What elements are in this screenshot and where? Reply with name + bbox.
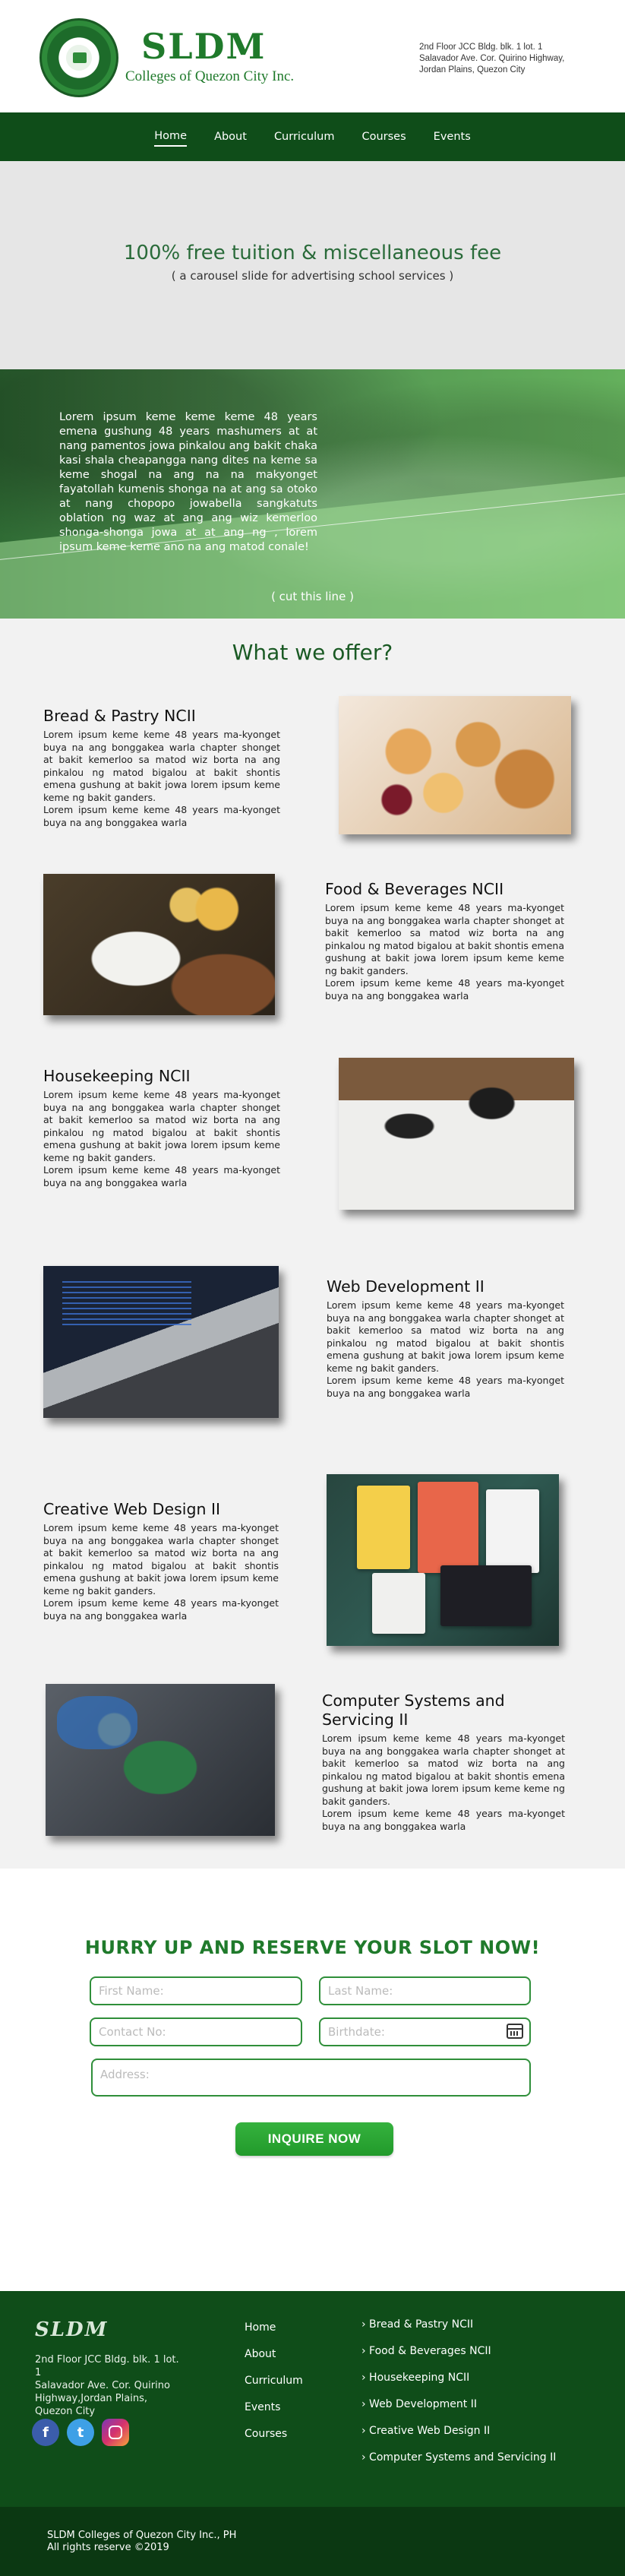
course-creative-web-design: Creative Web Design II Lorem ipsum keme … — [43, 1500, 279, 1622]
carousel-title: 100% free tuition & miscellaneous fee — [123, 242, 502, 264]
course-web-development: Web Development II Lorem ipsum keme keme… — [327, 1277, 564, 1400]
course-description: Lorem ipsum keme keme 48 years ma-kyonge… — [43, 729, 280, 828]
site-header: SLDM Colleges of Quezon City Inc. 2nd Fl… — [0, 0, 625, 112]
course-title[interactable]: Food & Beverages NCII — [325, 880, 564, 899]
twitter-icon[interactable]: t — [67, 2419, 94, 2446]
footer-link-curriculum[interactable]: Curriculum — [245, 2375, 303, 2401]
footer-nav: Home About Curriculum Events Courses — [245, 2321, 303, 2454]
web-development-image — [43, 1266, 279, 1418]
nav-events[interactable]: Events — [434, 128, 471, 146]
footer-course-link[interactable]: › Food & Beverages NCII — [361, 2345, 556, 2372]
nav-courses[interactable]: Courses — [361, 128, 406, 146]
birthdate-placeholder: Birthdate: — [328, 2025, 385, 2039]
footer-link-home[interactable]: Home — [245, 2321, 303, 2348]
social-links: f t — [32, 2419, 129, 2446]
course-description: Lorem ipsum keme keme 48 years ma-kyonge… — [322, 1733, 565, 1832]
copyright-line-1: SLDM Colleges of Quezon City Inc., PH — [47, 2530, 237, 2541]
food-beverages-image — [43, 874, 275, 1015]
course-food-beverages: Food & Beverages NCII Lorem ipsum keme k… — [325, 880, 564, 1002]
reservation-title: HURRY UP AND RESERVE YOUR SLOT NOW! — [84, 1937, 541, 1958]
instagram-icon[interactable] — [102, 2419, 129, 2446]
footer-course-link[interactable]: › Bread & Pastry NCII — [361, 2318, 556, 2345]
facebook-icon[interactable]: f — [32, 2419, 59, 2446]
brand-subtitle: Colleges of Quezon City Inc. — [125, 68, 295, 84]
course-title[interactable]: Web Development II — [327, 1277, 564, 1296]
nav-curriculum[interactable]: Curriculum — [274, 128, 335, 146]
footer-address: 2nd Floor JCC Bldg. blk. 1 lot. 1 Salava… — [35, 2354, 179, 2417]
footer-link-about[interactable]: About — [245, 2348, 303, 2375]
computer-systems-image — [46, 1684, 275, 1836]
footer-brand[interactable]: SLDM — [35, 2318, 108, 2341]
first-name-input[interactable]: First Name: — [90, 1976, 302, 2005]
footer-link-courses[interactable]: Courses — [245, 2428, 303, 2454]
college-seal-logo[interactable] — [39, 18, 118, 97]
header-address: 2nd Floor JCC Bldg. blk. 1 lot. 1 Salava… — [419, 43, 565, 74]
footer-link-events[interactable]: Events — [245, 2401, 303, 2428]
footer-courses: › Bread & Pastry NCII › Food & Beverages… — [361, 2318, 556, 2478]
bread-pastry-image — [339, 696, 571, 834]
course-description: Lorem ipsum keme keme 48 years ma-kyonge… — [43, 1522, 279, 1622]
course-computer-systems: Computer Systems and Servicing II Lorem … — [322, 1691, 565, 1833]
creative-web-design-image — [327, 1474, 559, 1646]
course-title[interactable]: Computer Systems and Servicing II — [322, 1691, 565, 1729]
offers-title: What we offer? — [232, 640, 393, 665]
nav-about[interactable]: About — [214, 128, 247, 146]
brand-name[interactable]: SLDM — [141, 26, 266, 67]
carousel-subtitle: ( a carousel slide for advertising schoo… — [171, 269, 454, 283]
site-footer: SLDM 2nd Floor JCC Bldg. blk. 1 lot. 1 S… — [0, 2291, 625, 2507]
copyright-bar: SLDM Colleges of Quezon City Inc., PH Al… — [0, 2507, 625, 2576]
housekeeping-image — [339, 1058, 574, 1210]
hero-text: Lorem ipsum keme keme keme 48 years emen… — [59, 411, 317, 553]
birthdate-input[interactable]: Birthdate: — [319, 2017, 531, 2046]
reservation-section: HURRY UP AND RESERVE YOUR SLOT NOW! Firs… — [0, 1869, 625, 2291]
footer-course-link[interactable]: › Creative Web Design II — [361, 2425, 556, 2451]
course-title[interactable]: Creative Web Design II — [43, 1500, 279, 1519]
copyright-line-2: All rights reserve ©2019 — [47, 2542, 169, 2553]
last-name-input[interactable]: Last Name: — [319, 1976, 531, 2005]
main-nav: Home About Curriculum Courses Events — [0, 112, 625, 161]
course-title[interactable]: Bread & Pastry NCII — [43, 707, 280, 726]
course-title[interactable]: Housekeeping NCII — [43, 1067, 280, 1086]
offers-section: What we offer? Bread & Pastry NCII Lorem… — [0, 619, 625, 1869]
course-housekeeping: Housekeeping NCII Lorem ipsum keme keme … — [43, 1067, 280, 1189]
address-input[interactable]: Address: — [91, 2059, 531, 2097]
course-bread-pastry: Bread & Pastry NCII Lorem ipsum keme kem… — [43, 707, 280, 829]
footer-course-link[interactable]: › Computer Systems and Servicing II — [361, 2451, 556, 2478]
contact-number-input[interactable]: Contact No: — [90, 2017, 302, 2046]
inquire-now-button[interactable]: INQUIRE NOW — [235, 2122, 393, 2156]
footer-course-link[interactable]: › Housekeeping NCII — [361, 2372, 556, 2398]
hero-cut-label: ( cut this line ) — [271, 590, 354, 603]
calendar-icon[interactable] — [507, 2024, 523, 2039]
course-description: Lorem ipsum keme keme 48 years ma-kyonge… — [325, 902, 564, 1002]
course-description: Lorem ipsum keme keme 48 years ma-kyonge… — [327, 1299, 564, 1399]
course-description: Lorem ipsum keme keme 48 years ma-kyonge… — [43, 1089, 280, 1188]
hero-banner: Lorem ipsum keme keme keme 48 years emen… — [0, 369, 625, 619]
footer-course-link[interactable]: › Web Development II — [361, 2398, 556, 2425]
nav-home[interactable]: Home — [154, 127, 188, 147]
carousel-slide[interactable]: 100% free tuition & miscellaneous fee ( … — [0, 161, 625, 369]
